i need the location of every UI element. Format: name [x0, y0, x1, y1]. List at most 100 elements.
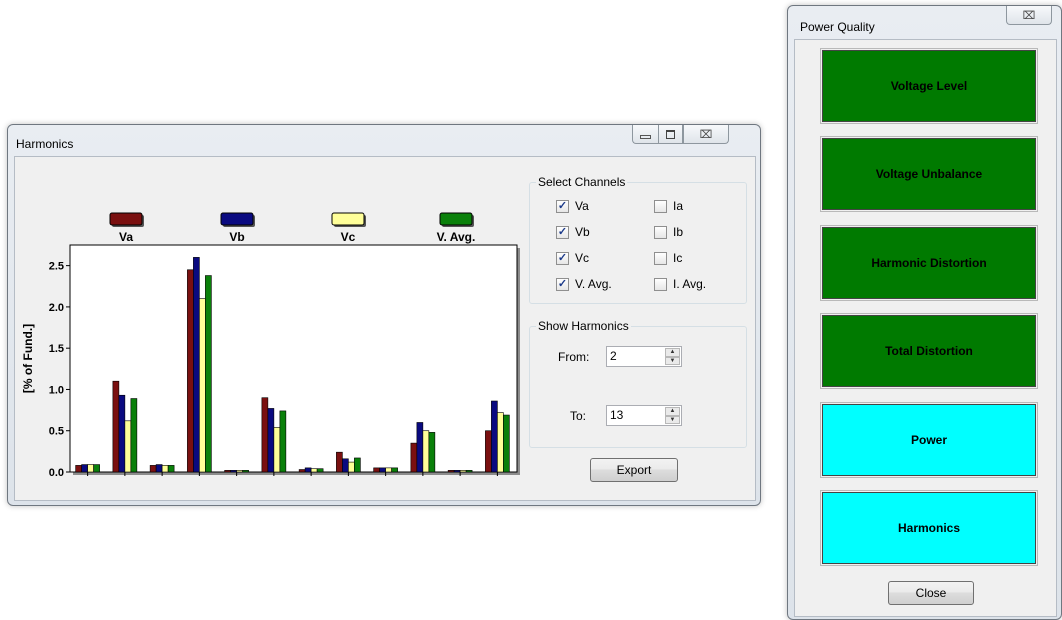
- checkbox-va-box[interactable]: ✓: [556, 199, 569, 213]
- minimize-icon: [640, 135, 651, 139]
- checkbox-va[interactable]: ✓ Va: [556, 199, 589, 213]
- bar-vc: [161, 465, 169, 473]
- show-harmonics-label: Show Harmonics: [536, 319, 631, 333]
- checkbox-ib[interactable]: Ib: [654, 225, 683, 239]
- y-tick-label: 2.0: [49, 302, 64, 314]
- power-quality-window-title: Power Quality: [800, 20, 875, 34]
- legend-label: V. Avg.: [437, 230, 476, 244]
- to-down-arrow-icon[interactable]: ▼: [665, 415, 680, 424]
- bar-vavg: [93, 464, 100, 473]
- x-tick-label: 7: [271, 479, 277, 480]
- to-label: To:: [570, 409, 587, 423]
- bar-va: [75, 465, 82, 473]
- restore-button[interactable]: [658, 125, 683, 144]
- x-tick-label: 2: [85, 479, 91, 480]
- x-tick-label: 6: [234, 479, 240, 480]
- to-up-arrow-icon[interactable]: ▲: [665, 407, 680, 416]
- bar-vc: [236, 470, 243, 473]
- x-tick-label: 10: [380, 479, 392, 480]
- y-tick-label: 0.0: [49, 467, 64, 479]
- minimize-button[interactable]: [632, 125, 658, 144]
- checkbox-ia-box[interactable]: [654, 199, 667, 213]
- voltage-unbalance-button[interactable]: Voltage Unbalance: [820, 136, 1038, 212]
- checkbox-vc-box[interactable]: ✓: [556, 251, 569, 265]
- checkbox-vc[interactable]: ✓ Vc: [556, 251, 589, 265]
- voltage-level-label: Voltage Level: [890, 79, 968, 93]
- harmonics-window: Harmonics ⌧ 0.0 0.5 1.0 1.5 2.0 2.5 [% of Fund…: [7, 124, 761, 506]
- bar-vb: [118, 394, 126, 473]
- bar-va: [373, 467, 380, 473]
- pq-close-dialog-button[interactable]: Close: [888, 581, 974, 605]
- bar-vb: [491, 400, 498, 473]
- x-tick-label: 4: [159, 479, 166, 480]
- bar-vavg: [391, 467, 398, 473]
- bar-vb: [81, 464, 88, 473]
- total-distortion-button[interactable]: Total Distortion: [820, 313, 1038, 389]
- bar-vavg: [465, 470, 473, 473]
- bar-va: [224, 470, 231, 473]
- bar-va: [261, 397, 269, 473]
- legend-swatch: [109, 212, 143, 226]
- bar-vc: [124, 420, 132, 473]
- legend-label: Va: [119, 230, 133, 244]
- bar-vb: [453, 470, 461, 473]
- restore-icon: [666, 129, 675, 139]
- x-tick-label: 9: [345, 479, 351, 480]
- checkbox-ic-label: Ic: [673, 251, 683, 265]
- select-channels-label: Select Channels: [536, 175, 628, 189]
- y-axis-label: [% of Fund.]: [21, 324, 35, 393]
- legend-label: Vb: [229, 230, 244, 244]
- x-tick-label: 13: [491, 479, 503, 480]
- checkbox-vavg-box[interactable]: ✓: [556, 277, 569, 291]
- checkbox-ic[interactable]: Ic: [654, 251, 682, 265]
- checkbox-iavg-box[interactable]: [654, 277, 667, 291]
- from-down-arrow-icon[interactable]: ▼: [665, 356, 680, 365]
- bar-vc: [459, 470, 467, 473]
- y-tick-label: 0.5: [49, 426, 64, 438]
- power-quality-client-area: Voltage Level Voltage Unbalance Harmonic…: [794, 39, 1057, 617]
- bar-va: [298, 469, 306, 473]
- bar-vc: [385, 467, 392, 473]
- x-tick-label: 8: [308, 479, 314, 480]
- bar-vc: [348, 461, 355, 473]
- checkbox-vb[interactable]: ✓ Vb: [556, 225, 590, 239]
- harmonic-distortion-button[interactable]: Harmonic Distortion: [820, 225, 1038, 301]
- bar-vc: [497, 412, 504, 473]
- checkbox-ib-box[interactable]: [654, 225, 667, 239]
- checkbox-va-label: Va: [575, 199, 589, 213]
- bar-vavg: [316, 468, 324, 473]
- bar-vb: [193, 257, 200, 473]
- harmonics-button[interactable]: Harmonics: [820, 490, 1038, 566]
- harmonics-bar-chart: 0.0 0.5 1.0 1.5 2.0 2.5 [% of Fund.] Va Vb Vc V. A…: [21, 212, 520, 480]
- bar-vc: [273, 427, 281, 473]
- bar-vavg: [428, 432, 436, 473]
- harmonic-distortion-label: Harmonic Distortion: [871, 256, 987, 270]
- y-tick-label: 1.0: [49, 384, 64, 396]
- to-spinner[interactable]: 13 ▲ ▼: [606, 405, 682, 426]
- bar-vc: [422, 430, 430, 473]
- legend-label: Vc: [341, 230, 356, 244]
- bar-vb: [416, 422, 424, 473]
- harmonics-window-title: Harmonics: [16, 137, 74, 151]
- bar-va: [149, 465, 157, 473]
- checkbox-ic-box[interactable]: [654, 251, 667, 265]
- pq-close-icon: ⌧: [1022, 9, 1036, 22]
- bar-va: [447, 470, 455, 473]
- checkbox-vc-label: Vc: [575, 251, 590, 265]
- bar-vavg: [167, 465, 175, 473]
- close-button[interactable]: ⌧: [683, 125, 729, 144]
- from-up-arrow-icon[interactable]: ▲: [665, 348, 680, 357]
- checkbox-ia[interactable]: Ia: [654, 199, 683, 213]
- checkbox-vavg[interactable]: ✓ V. Avg.: [556, 277, 612, 291]
- from-spinner[interactable]: 2 ▲ ▼: [606, 346, 682, 367]
- checkbox-vb-box[interactable]: ✓: [556, 225, 569, 239]
- voltage-level-button[interactable]: Voltage Level: [820, 48, 1038, 124]
- power-button[interactable]: Power: [820, 402, 1038, 478]
- checkbox-iavg[interactable]: I. Avg.: [654, 277, 706, 291]
- export-button[interactable]: Export: [590, 458, 678, 482]
- checkbox-vavg-label: V. Avg.: [575, 277, 612, 291]
- from-value[interactable]: 2: [610, 349, 617, 363]
- show-harmonics-group: Show Harmonics From: 2 ▲ ▼ To: 13 ▲ ▼: [529, 319, 747, 448]
- to-value[interactable]: 13: [610, 408, 623, 422]
- pq-close-button[interactable]: ⌧: [1006, 6, 1052, 25]
